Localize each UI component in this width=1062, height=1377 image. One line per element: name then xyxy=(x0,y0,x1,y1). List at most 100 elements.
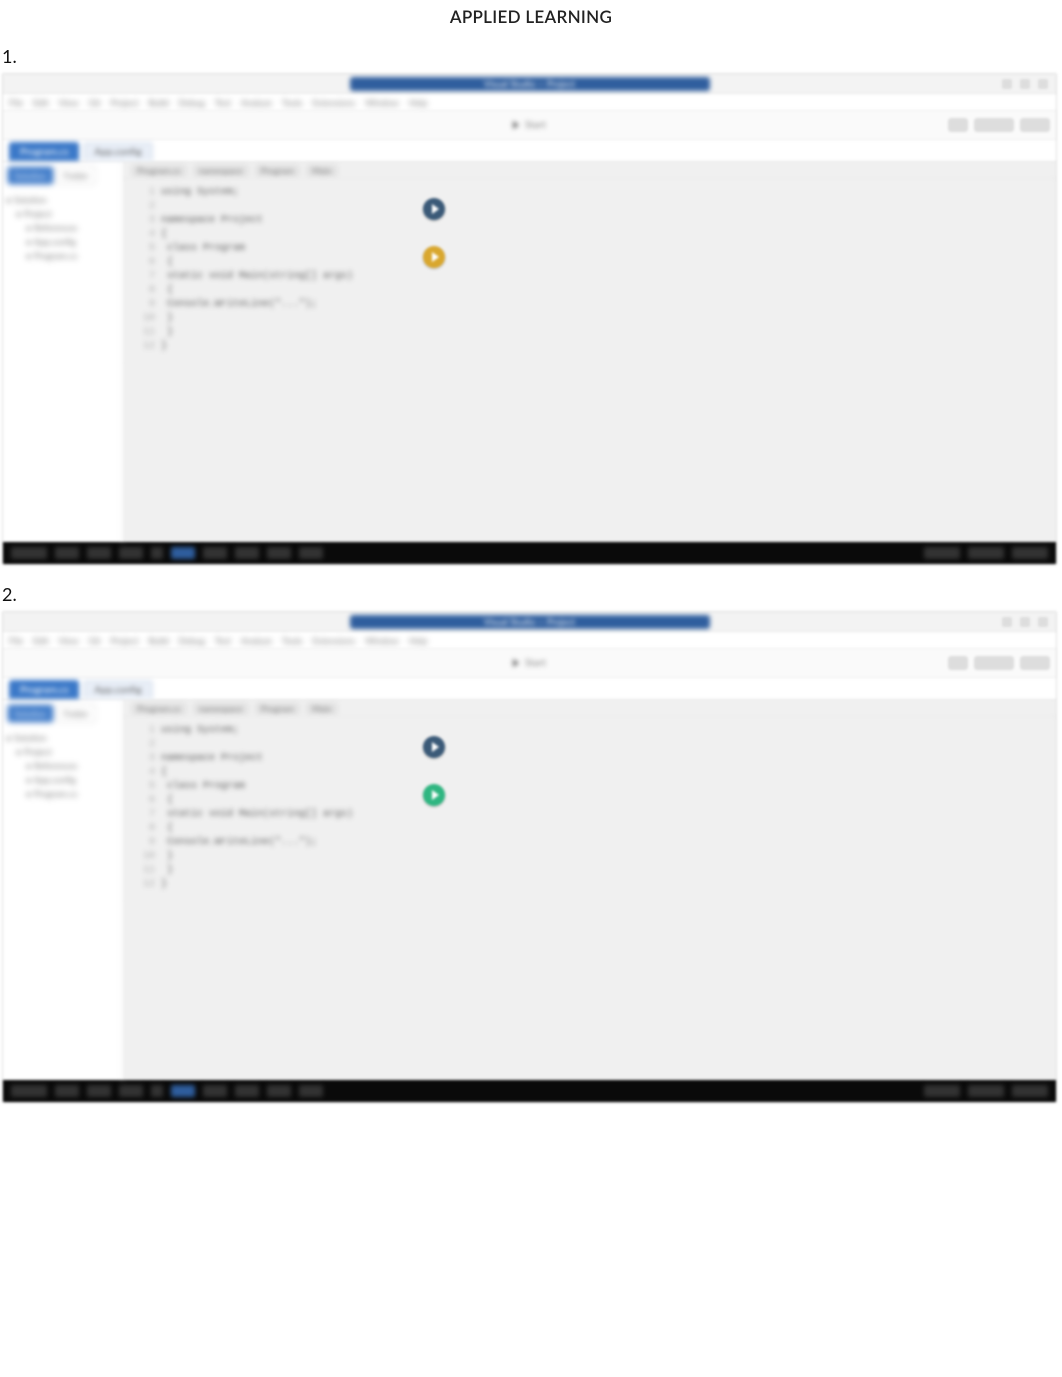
code-line[interactable]: 10 } xyxy=(137,850,1046,864)
start-button[interactable]: Start xyxy=(513,119,546,131)
status-segment[interactable] xyxy=(55,1085,79,1097)
toolbar-pill[interactable] xyxy=(948,656,968,670)
menu-bar[interactable]: FileEditViewGitProjectBuildDebugTestAnal… xyxy=(3,94,1056,110)
menu-item[interactable]: Debug xyxy=(179,97,205,108)
menu-item[interactable]: Edit xyxy=(33,635,48,646)
code-editor[interactable]: Program.csnamespaceProgramMain 1using Sys… xyxy=(123,162,1056,542)
menu-bar[interactable]: FileEditViewGitProjectBuildDebugTestAnal… xyxy=(3,632,1056,648)
solution-tree[interactable]: ▸ Solution▸ Project▸ References▸ App.con… xyxy=(7,193,118,263)
code-line[interactable]: 5 class Program xyxy=(137,780,1046,794)
code-line[interactable]: 3namespace Project xyxy=(137,214,1046,228)
minimize-icon[interactable] xyxy=(1002,79,1012,89)
menu-item[interactable]: File xyxy=(9,97,23,108)
start-button[interactable]: Start xyxy=(513,657,546,669)
code-line[interactable]: 8 { xyxy=(137,822,1046,836)
menu-item[interactable]: Analyze xyxy=(241,635,272,646)
side-panel-tab[interactable]: Solution xyxy=(7,704,54,723)
window-controls[interactable] xyxy=(1002,79,1056,89)
code-line[interactable]: 10 } xyxy=(137,312,1046,326)
status-segment[interactable] xyxy=(171,547,195,559)
code-line[interactable]: 11 } xyxy=(137,864,1046,878)
status-segment[interactable] xyxy=(87,547,111,559)
menu-item[interactable]: Git xyxy=(89,635,101,646)
menu-item[interactable]: Extensions xyxy=(312,635,355,646)
solution-explorer[interactable]: SolutionFolder ▸ Solution▸ Project▸ Refer… xyxy=(3,700,123,1080)
menu-item[interactable]: Tools xyxy=(282,97,302,108)
menu-item[interactable]: Window xyxy=(365,97,399,108)
code-line[interactable]: 12} xyxy=(137,878,1046,892)
status-segment[interactable] xyxy=(299,1085,323,1097)
menu-item[interactable]: Debug xyxy=(179,635,205,646)
breadcrumb-segment[interactable]: Program xyxy=(255,702,300,715)
code-line[interactable]: 8 { xyxy=(137,284,1046,298)
code-line[interactable]: 1using System; xyxy=(137,724,1046,738)
status-segment[interactable] xyxy=(203,1085,227,1097)
run-gutter-icon[interactable] xyxy=(423,246,445,268)
editor-tab[interactable]: Program.cs xyxy=(9,142,79,161)
breadcrumb-segment[interactable]: namespace xyxy=(193,164,249,177)
status-segment[interactable] xyxy=(11,547,47,559)
tree-item[interactable]: ▸ Project xyxy=(7,745,118,759)
status-segment[interactable] xyxy=(235,1085,259,1097)
status-segment[interactable] xyxy=(267,547,291,559)
status-segment[interactable] xyxy=(235,547,259,559)
tree-item[interactable]: ▸ Program.cs xyxy=(7,249,118,263)
menu-item[interactable]: View xyxy=(59,635,79,646)
menu-item[interactable]: Project xyxy=(111,635,139,646)
menu-item[interactable]: Build xyxy=(148,97,168,108)
tree-item[interactable]: ▸ Project xyxy=(7,207,118,221)
menu-item[interactable]: Analyze xyxy=(241,97,272,108)
toolbar-pill[interactable] xyxy=(974,118,1014,132)
breadcrumb-segment[interactable]: Program.cs xyxy=(131,702,187,715)
menu-item[interactable]: View xyxy=(59,97,79,108)
status-segment[interactable] xyxy=(55,547,79,559)
menu-item[interactable]: Help xyxy=(409,635,428,646)
solution-explorer[interactable]: SolutionFolder ▸ Solution▸ Project▸ Refer… xyxy=(3,162,123,542)
code-line[interactable]: 6 { xyxy=(137,256,1046,270)
code-line[interactable]: 4{ xyxy=(137,766,1046,780)
menu-item[interactable]: Tools xyxy=(282,635,302,646)
code-line[interactable]: 5 class Program xyxy=(137,242,1046,256)
toolbar-pill[interactable] xyxy=(974,656,1014,670)
toolbar-pill[interactable] xyxy=(948,118,968,132)
status-segment[interactable] xyxy=(119,1085,143,1097)
solution-tree[interactable]: ▸ Solution▸ Project▸ References▸ App.con… xyxy=(7,731,118,801)
side-panel-tab[interactable]: Folder xyxy=(57,704,96,723)
status-segment[interactable] xyxy=(299,547,323,559)
run-gutter-icon[interactable] xyxy=(423,198,445,220)
minimize-icon[interactable] xyxy=(1002,617,1012,627)
side-panel-tab[interactable]: Folder xyxy=(57,166,96,185)
run-gutter-icon[interactable] xyxy=(423,736,445,758)
editor-tab[interactable]: App.config xyxy=(83,680,152,699)
status-segment[interactable] xyxy=(267,1085,291,1097)
editor-content[interactable]: 1using System;23namespace Project4{5 cla… xyxy=(123,718,1056,898)
menu-item[interactable]: File xyxy=(9,635,23,646)
close-icon[interactable] xyxy=(1038,617,1048,627)
code-line[interactable]: 4{ xyxy=(137,228,1046,242)
code-line[interactable]: 2 xyxy=(137,738,1046,752)
editor-tab[interactable]: App.config xyxy=(83,142,152,161)
code-line[interactable]: 2 xyxy=(137,200,1046,214)
window-controls[interactable] xyxy=(1002,617,1056,627)
status-segment[interactable] xyxy=(151,547,163,559)
tree-item[interactable]: ▸ Program.cs xyxy=(7,787,118,801)
breadcrumb[interactable]: Program.csnamespaceProgramMain xyxy=(123,162,1056,180)
code-line[interactable]: 11 } xyxy=(137,326,1046,340)
tree-item[interactable]: ▸ Solution xyxy=(7,193,118,207)
close-icon[interactable] xyxy=(1038,79,1048,89)
side-panel-tab[interactable]: Solution xyxy=(7,166,54,185)
breadcrumb-segment[interactable]: Main xyxy=(306,702,338,715)
status-segment[interactable] xyxy=(203,547,227,559)
status-segment[interactable] xyxy=(151,1085,163,1097)
maximize-icon[interactable] xyxy=(1020,79,1030,89)
menu-item[interactable]: Project xyxy=(111,97,139,108)
code-line[interactable]: 7 static void Main(string[] args) xyxy=(137,270,1046,284)
menu-item[interactable]: Test xyxy=(215,97,231,108)
menu-item[interactable]: Edit xyxy=(33,97,48,108)
code-line[interactable]: 6 { xyxy=(137,794,1046,808)
code-line[interactable]: 1using System; xyxy=(137,186,1046,200)
status-segment[interactable] xyxy=(119,547,143,559)
tree-item[interactable]: ▸ App.config xyxy=(7,235,118,249)
menu-item[interactable]: Help xyxy=(409,97,428,108)
code-line[interactable]: 9 Console.WriteLine("..."); xyxy=(137,836,1046,850)
